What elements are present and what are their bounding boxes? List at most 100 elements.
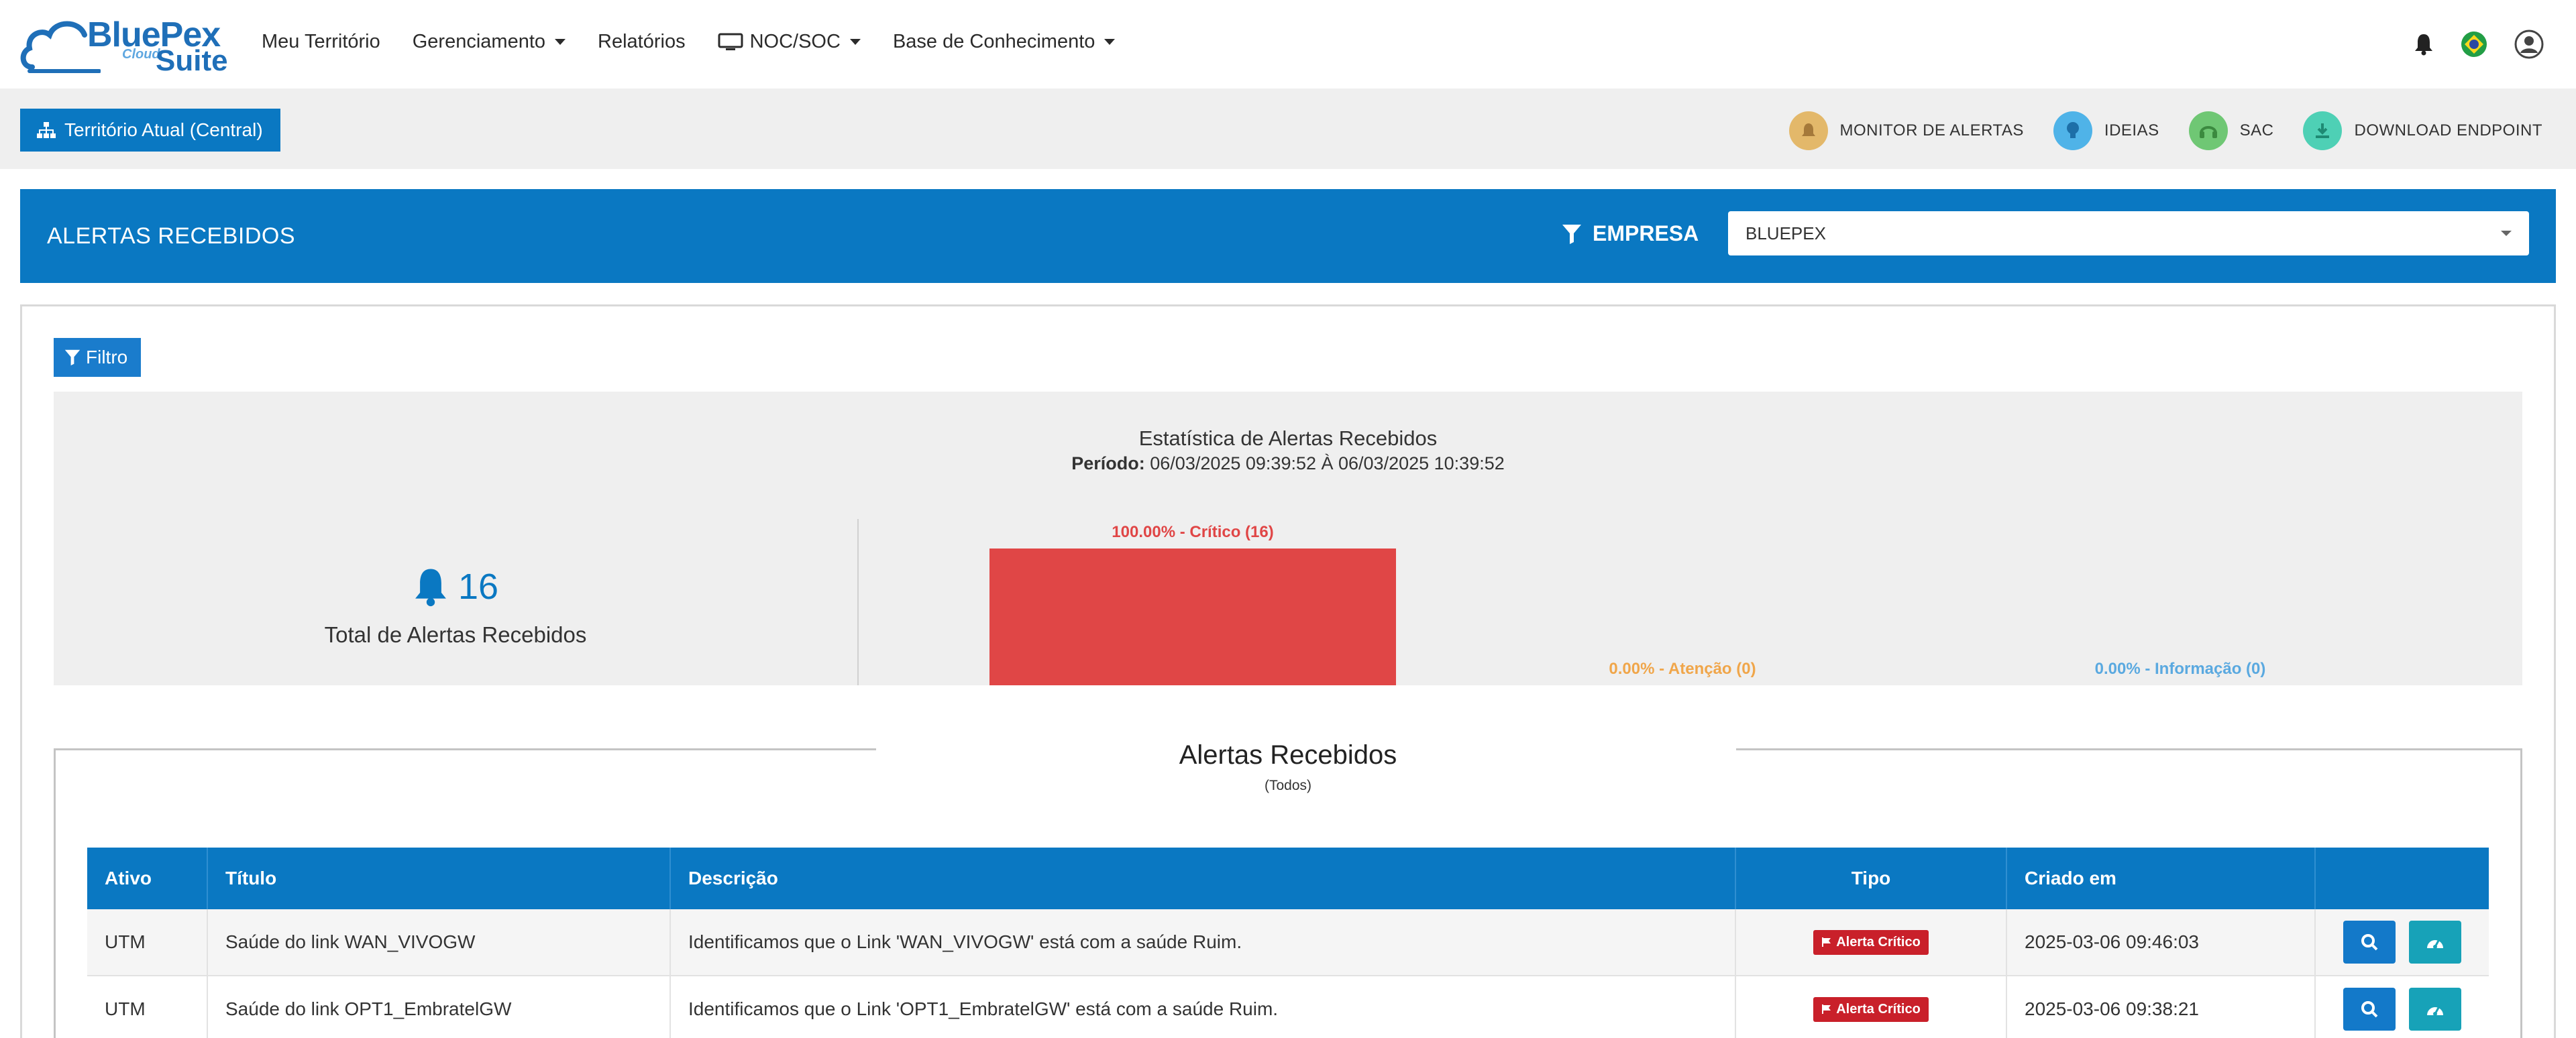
cell-titulo: Saúde do link OPT1_EmbratelGW bbox=[208, 976, 671, 1038]
company-select[interactable]: BLUEPEX bbox=[1728, 211, 2529, 255]
top-navbar: BluePex Cloud Suite Meu Território Geren… bbox=[0, 0, 2576, 89]
alerts-section-title: Alertas Recebidos bbox=[1179, 740, 1397, 770]
cell-criado: 2025-03-06 09:38:21 bbox=[2007, 976, 2316, 1038]
nav-label: NOC/SOC bbox=[749, 31, 841, 52]
dashboard-button[interactable] bbox=[2409, 988, 2461, 1031]
search-icon bbox=[2361, 934, 2378, 951]
col-criado-em[interactable]: Criado em bbox=[2007, 848, 2316, 909]
alerts-table: Ativo Título Descrição Tipo Criado em UT… bbox=[87, 848, 2489, 1038]
cell-descricao: Identificamos que o Link 'OPT1_EmbratelG… bbox=[671, 976, 1736, 1038]
nav-label: Relatórios bbox=[598, 31, 686, 52]
search-icon bbox=[2361, 1001, 2378, 1018]
col-titulo[interactable]: Título bbox=[208, 848, 671, 909]
alerts-section-subtitle: (Todos) bbox=[1264, 778, 1312, 793]
chart-bar-crítico bbox=[989, 549, 1396, 685]
col-actions bbox=[2316, 848, 2489, 909]
brand-suite: Suite bbox=[156, 44, 228, 77]
link-label: SAC bbox=[2239, 121, 2274, 139]
flag-icon bbox=[1822, 937, 1831, 947]
col-ativo[interactable]: Ativo bbox=[87, 848, 208, 909]
headset-icon bbox=[2188, 111, 2228, 150]
period-value: 06/03/2025 09:39:52 À 06/03/2025 10:39:5… bbox=[1150, 453, 1505, 473]
bluepex-logo[interactable]: BluePex Cloud Suite bbox=[20, 13, 228, 77]
company-selected-value: BLUEPEX bbox=[1746, 223, 1826, 243]
ideias-link[interactable]: IDEIAS bbox=[2053, 111, 2159, 150]
gauge-icon bbox=[2427, 1006, 2443, 1016]
page-header: ALERTAS RECEBIDOS EMPRESA BLUEPEX bbox=[20, 189, 2556, 283]
chevron-down-icon bbox=[2501, 231, 2512, 236]
cell-descricao: Identificamos que o Link 'WAN_VIVOGW' es… bbox=[671, 909, 1736, 975]
stats-period: Período: 06/03/2025 09:39:52 À 06/03/202… bbox=[54, 453, 2522, 474]
alert-bell-icon bbox=[1788, 111, 1828, 150]
filter-button[interactable]: Filtro bbox=[54, 338, 141, 377]
period-label: Período: bbox=[1071, 453, 1145, 473]
bell-icon[interactable] bbox=[2414, 33, 2434, 56]
view-button[interactable] bbox=[2343, 921, 2396, 964]
chart-data-label: 100.00% - Crítico (16) bbox=[1112, 523, 1274, 541]
stats-title: Estatística de Alertas Recebidos bbox=[1138, 426, 1438, 450]
chart-data-label: 0.00% - Atenção (0) bbox=[1609, 660, 1756, 678]
download-endpoint-link[interactable]: DOWNLOAD ENDPOINT bbox=[2303, 111, 2542, 150]
col-descricao[interactable]: Descrição bbox=[671, 848, 1736, 909]
quick-links: MONITOR DE ALERTAS IDEIAS SAC DOWNLOAD E… bbox=[1760, 111, 2542, 150]
nav-noc-soc[interactable]: NOC/SOC bbox=[718, 31, 861, 53]
nav-label: Base de Conhecimento bbox=[892, 31, 1095, 52]
filter-label: Filtro bbox=[86, 347, 128, 367]
chart-data-label: 0.00% - Informação (0) bbox=[2094, 660, 2266, 678]
page-title: ALERTAS RECEBIDOS bbox=[47, 223, 296, 249]
nav-label: Gerenciamento bbox=[412, 31, 546, 52]
cell-tipo: Alerta Crítico bbox=[1736, 976, 2007, 1038]
nav-meu-territorio[interactable]: Meu Território bbox=[262, 31, 380, 53]
nav-gerenciamento[interactable]: Gerenciamento bbox=[413, 31, 566, 53]
caret-down-icon bbox=[555, 39, 566, 45]
link-label: IDEIAS bbox=[2104, 121, 2159, 139]
filter-icon bbox=[1562, 224, 1581, 244]
monitor-alertas-link[interactable]: MONITOR DE ALERTAS bbox=[1788, 111, 2024, 150]
empresa-filter-label: EMPRESA bbox=[1562, 221, 1699, 246]
badge-label: Alerta Crítico bbox=[1836, 1001, 1921, 1017]
cell-actions bbox=[2316, 976, 2489, 1038]
stats-panel: Estatística de Alertas Recebidos Período… bbox=[54, 392, 2522, 685]
brand-cloud: Cloud bbox=[122, 47, 160, 62]
main-nav: Meu Território Gerenciamento Relatórios … bbox=[262, 31, 1147, 53]
total-label: Total de Alertas Recebidos bbox=[324, 622, 587, 647]
territorio-label: Território Atual (Central) bbox=[64, 119, 263, 140]
nav-base-conhecimento[interactable]: Base de Conhecimento bbox=[892, 31, 1116, 53]
brazil-flag-icon[interactable] bbox=[2461, 31, 2487, 58]
caret-down-icon bbox=[1104, 39, 1116, 45]
table-row: UTM Saúde do link OPT1_EmbratelGW Identi… bbox=[87, 976, 2489, 1038]
lightbulb-icon bbox=[2053, 111, 2092, 150]
badge-label: Alerta Crítico bbox=[1836, 934, 1921, 949]
status-badge: Alerta Crítico bbox=[1813, 996, 1929, 1022]
nav-relatorios[interactable]: Relatórios bbox=[598, 31, 686, 53]
cell-tipo: Alerta Crítico bbox=[1736, 909, 2007, 975]
total-alerts-box: 16 Total de Alertas Recebidos bbox=[54, 566, 857, 648]
cell-actions bbox=[2316, 909, 2489, 975]
empresa-label: EMPRESA bbox=[1593, 221, 1699, 245]
view-button[interactable] bbox=[2343, 988, 2396, 1031]
bell-icon bbox=[415, 569, 446, 607]
alerts-bar-chart: 100.00% - Crítico (16) 0.00% - Atenção (0… bbox=[859, 519, 2522, 685]
territorio-atual-button[interactable]: Território Atual (Central) bbox=[20, 109, 280, 152]
dashboard-button[interactable] bbox=[2409, 921, 2461, 964]
table-row: UTM Saúde do link WAN_VIVOGW Identificam… bbox=[87, 909, 2489, 976]
gauge-icon bbox=[2427, 939, 2443, 949]
flag-icon bbox=[1822, 1004, 1831, 1014]
sac-link[interactable]: SAC bbox=[2188, 111, 2274, 150]
download-icon bbox=[2303, 111, 2343, 150]
table-header: Ativo Título Descrição Tipo Criado em bbox=[87, 848, 2489, 909]
user-avatar-icon[interactable] bbox=[2514, 30, 2544, 59]
cell-ativo: UTM bbox=[87, 909, 208, 975]
link-label: MONITOR DE ALERTAS bbox=[1839, 121, 2024, 139]
sitemap-icon bbox=[37, 122, 56, 138]
nav-label: Meu Território bbox=[262, 31, 380, 52]
cell-ativo: UTM bbox=[87, 976, 208, 1038]
filter-icon bbox=[64, 349, 80, 365]
col-tipo[interactable]: Tipo bbox=[1736, 848, 2007, 909]
nav-right-icons bbox=[2414, 30, 2544, 59]
monitor-icon bbox=[718, 33, 743, 50]
total-value: 16 bbox=[458, 567, 499, 607]
status-badge: Alerta Crítico bbox=[1813, 929, 1929, 955]
total-alerts-count: 16 bbox=[413, 566, 498, 608]
sub-toolbar: Território Atual (Central) MONITOR DE AL… bbox=[0, 89, 2576, 169]
